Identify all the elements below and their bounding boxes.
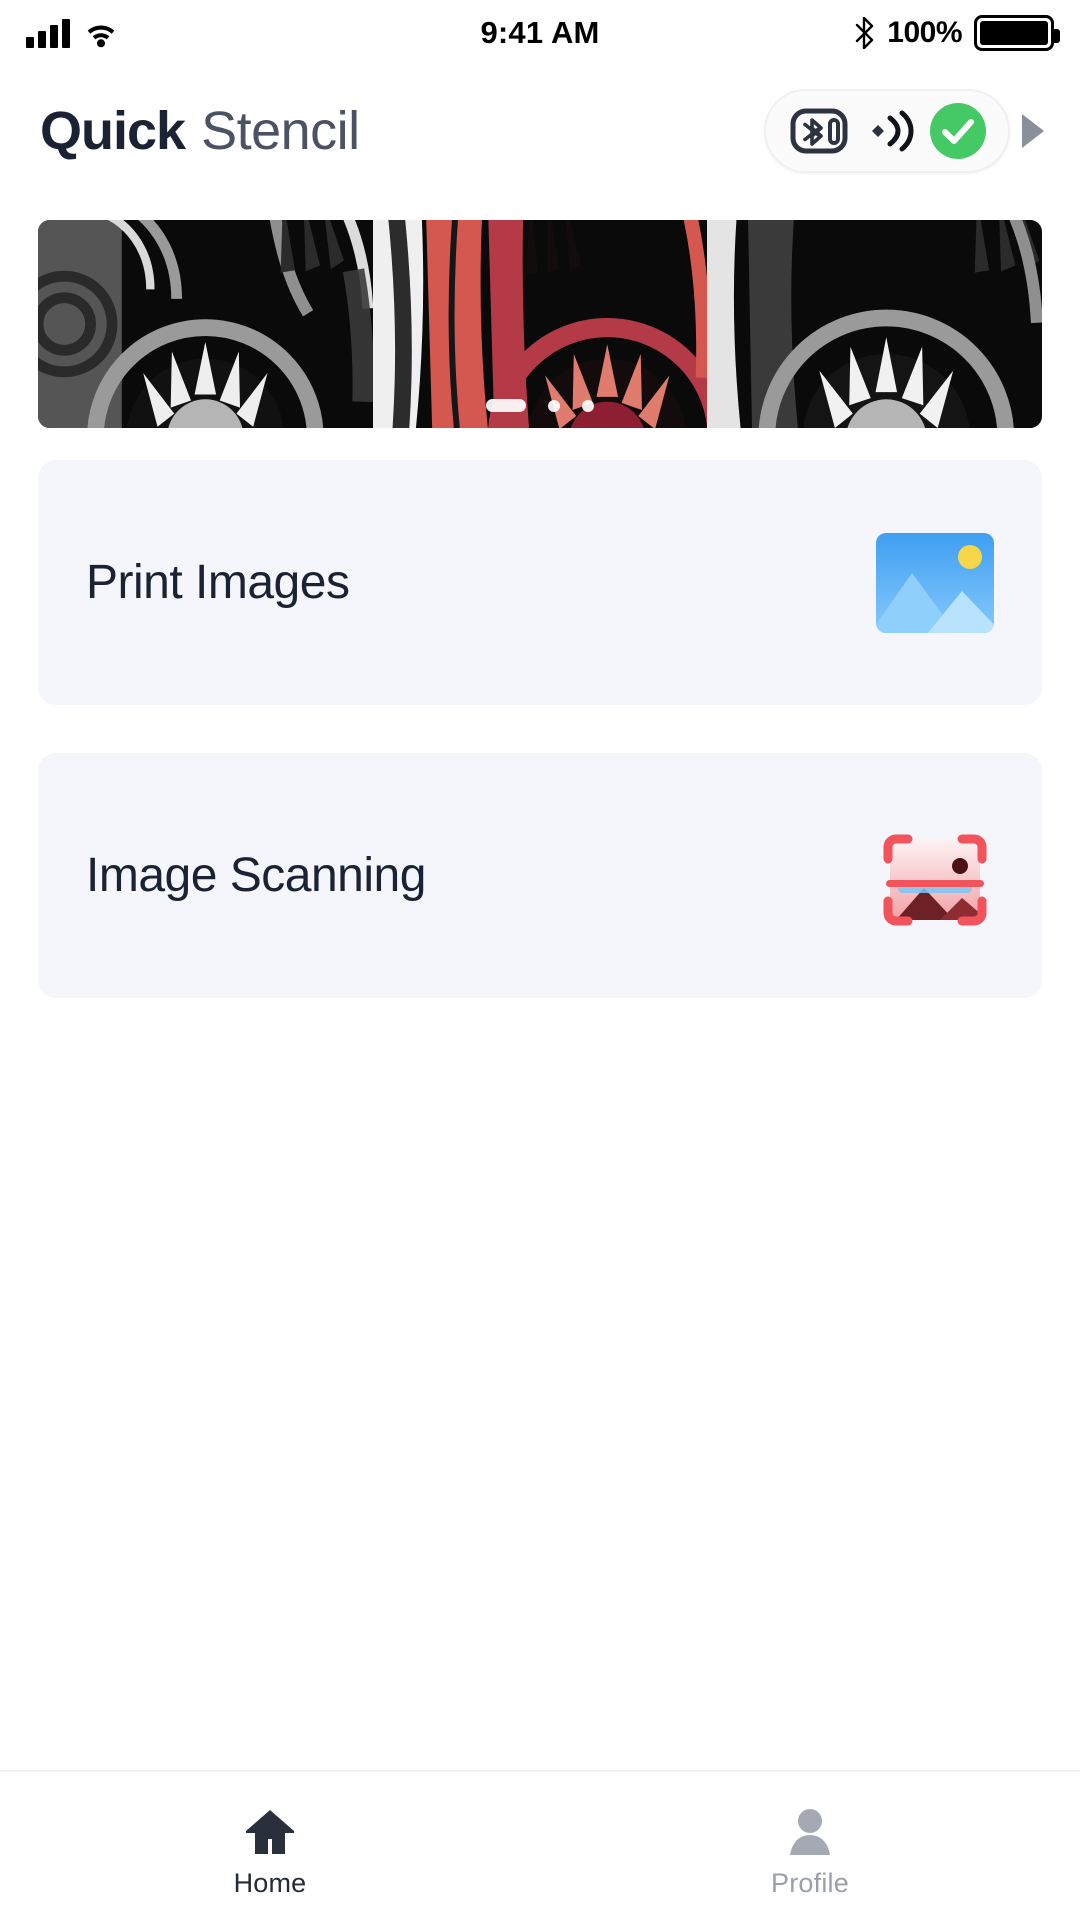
signal-waves-icon: [864, 109, 914, 153]
tab-profile[interactable]: Profile: [540, 1772, 1080, 1920]
card-print-images-label: Print Images: [86, 556, 350, 609]
scan-image-icon: [876, 826, 994, 926]
promo-carousel[interactable]: [38, 220, 1042, 428]
app-header: Quick Stencil: [0, 66, 1080, 196]
carousel-slide-2[interactable]: [707, 220, 1042, 428]
card-image-scanning[interactable]: Image Scanning: [38, 753, 1042, 998]
tab-home-label: Home: [233, 1867, 307, 1898]
carousel-slides: [38, 220, 1042, 428]
brand-bold: Quick: [40, 101, 186, 161]
check-circle-icon: [930, 103, 986, 159]
battery-full-icon: [974, 15, 1060, 51]
carousel-slide-0[interactable]: [38, 220, 373, 428]
bluetooth-device-icon: [790, 107, 848, 155]
tab-home[interactable]: Home: [0, 1772, 540, 1920]
home-icon: [242, 1800, 298, 1856]
connection-status[interactable]: [764, 89, 1044, 173]
carousel-pagination[interactable]: [38, 399, 1042, 412]
play-arrow-icon[interactable]: [1022, 114, 1044, 148]
status-bar-clock: 9:41 AM: [480, 15, 600, 50]
carousel-dot-1[interactable]: [548, 399, 560, 412]
carousel-dot-0[interactable]: [486, 399, 526, 412]
app-title: Quick Stencil: [40, 100, 360, 162]
picture-icon: [876, 532, 994, 633]
action-card-list: Print Images Image Scanning: [0, 428, 1080, 998]
status-bar: 9:41 AM 100%: [0, 0, 1080, 66]
person-icon: [782, 1800, 838, 1856]
card-print-images[interactable]: Print Images: [38, 460, 1042, 705]
carousel-dot-2[interactable]: [582, 399, 594, 412]
bottom-navigation: Home Profile: [0, 1770, 1080, 1920]
tab-profile-label: Profile: [771, 1867, 849, 1898]
brand-light: Stencil: [201, 101, 360, 161]
connection-pill[interactable]: [764, 89, 1010, 173]
card-image-scanning-label: Image Scanning: [86, 849, 426, 902]
carousel-slide-1[interactable]: [372, 220, 708, 428]
